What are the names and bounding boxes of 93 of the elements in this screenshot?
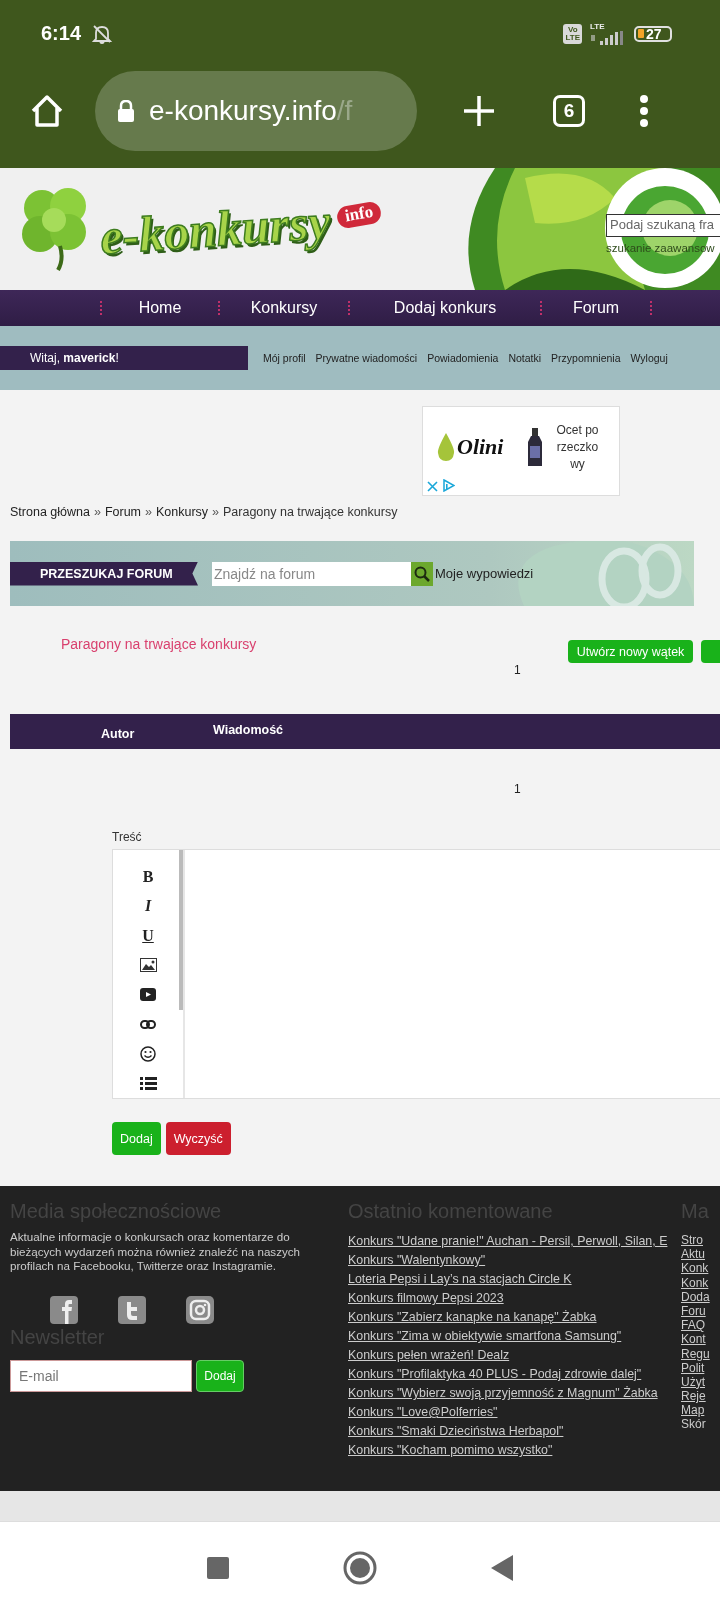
volte-badge: Vo LTE bbox=[563, 23, 582, 44]
ad-brand: Olini bbox=[457, 434, 504, 460]
nav-link[interactable]: Forum bbox=[542, 299, 650, 317]
footer-link[interactable]: Konkurs "Zabierz kanapke na kanapę" Żabka bbox=[348, 1308, 677, 1327]
footer-link[interactable]: Reje bbox=[681, 1389, 720, 1404]
nav-link[interactable]: Home bbox=[102, 299, 218, 317]
footer-link[interactable]: Użyt bbox=[681, 1374, 720, 1390]
footer-link[interactable]: Konkurs "Walentynkowy" bbox=[348, 1251, 677, 1270]
clock: 6:14 bbox=[41, 22, 82, 45]
bold-button[interactable]: B bbox=[135, 862, 161, 892]
column-header: Wiadomość bbox=[213, 723, 284, 739]
network-type: LTE bbox=[590, 22, 605, 31]
nav-link[interactable]: Konkursy bbox=[220, 299, 348, 317]
welcome-message: Witaj, maverick! bbox=[0, 346, 248, 370]
home-icon[interactable] bbox=[29, 92, 65, 129]
footer-link[interactable]: Konkurs pełen wrażeń! Dealz bbox=[348, 1346, 677, 1365]
field-label: Treść bbox=[112, 830, 143, 844]
instagram-icon[interactable] bbox=[186, 1295, 214, 1324]
footer-link[interactable]: Konkurs "Profilaktyka 40 PLUS - Podaj zdrowie dalej" bbox=[348, 1365, 677, 1384]
breadcrumb-link[interactable]: Konkursy bbox=[155, 505, 209, 519]
lock-icon bbox=[117, 99, 135, 122]
list-icon[interactable] bbox=[139, 1076, 157, 1090]
battery-indicator: 27 bbox=[634, 25, 672, 42]
recents-icon[interactable] bbox=[207, 1556, 229, 1579]
my-posts-link[interactable]: Moje wypowiedzi bbox=[435, 566, 534, 581]
smiley-icon[interactable] bbox=[140, 1045, 156, 1062]
italic-button[interactable]: I bbox=[135, 891, 161, 921]
footer-link[interactable]: Foru bbox=[681, 1303, 720, 1319]
address-bar[interactable]: e-konkursy.info/f bbox=[95, 70, 417, 151]
breadcrumb-link[interactable]: Forum bbox=[104, 505, 141, 519]
footer-link[interactable]: Konkurs "Love@Polferries" bbox=[348, 1403, 677, 1422]
facebook-icon[interactable] bbox=[50, 1295, 78, 1324]
footer-link[interactable]: Loteria Pepsi i Lay’s na stacjach Circle K bbox=[348, 1270, 677, 1289]
footer-link[interactable]: Konkurs filmowy Pepsi 2023 bbox=[348, 1289, 677, 1308]
email-field[interactable]: E-mail bbox=[10, 1359, 192, 1392]
search-forum-label: PRZESZUKAJ FORUM bbox=[10, 561, 198, 586]
breadcrumb-separator: » bbox=[212, 505, 219, 519]
breadcrumb-separator: » bbox=[145, 505, 152, 519]
breadcrumb-link[interactable]: Strona główna bbox=[10, 505, 90, 519]
ad-text: Ocet porzeczkowy bbox=[555, 421, 600, 473]
menu-icon[interactable] bbox=[639, 94, 649, 127]
home-button-icon[interactable] bbox=[343, 1550, 377, 1585]
footer-link[interactable]: Stro bbox=[681, 1233, 720, 1248]
user-menu-link[interactable]: Notatki bbox=[508, 352, 542, 364]
footer-link[interactable]: Aktu bbox=[681, 1247, 720, 1262]
footer-text: Skór bbox=[681, 1417, 707, 1432]
forum-search-field[interactable]: Znajdź na forum bbox=[212, 561, 411, 586]
footer-link[interactable]: Konkurs "Smaki Dzieciństwa Herbapol" bbox=[348, 1422, 677, 1441]
user-menu-link[interactable]: Powiadomienia bbox=[427, 352, 499, 364]
breadcrumb-current: Paragony na trwające konkursy bbox=[223, 505, 398, 519]
footer-link[interactable]: Kont bbox=[681, 1332, 720, 1347]
ad-choices-icon[interactable] bbox=[443, 479, 455, 492]
link-icon[interactable] bbox=[140, 1019, 156, 1029]
twitter-icon[interactable] bbox=[118, 1295, 146, 1324]
user-menu-link[interactable]: Prywatne wiadomości bbox=[315, 352, 418, 364]
footer-link[interactable]: Konkurs "Kocham pomimo wszystko" bbox=[348, 1441, 677, 1460]
footer-link[interactable]: FAQ bbox=[681, 1318, 720, 1333]
signal-icon bbox=[590, 31, 626, 45]
logo-badge: info bbox=[335, 200, 383, 230]
image-icon[interactable] bbox=[139, 958, 157, 973]
column-header: Autor bbox=[101, 727, 136, 743]
drop-icon bbox=[437, 433, 455, 461]
footer-link[interactable]: Polit bbox=[681, 1360, 720, 1375]
page-number[interactable]: 1 bbox=[514, 663, 720, 679]
footer-link[interactable]: Konk bbox=[681, 1261, 720, 1276]
footer-text: Aktualne informacje o konkursach oraz komentarze do bieżących wydarzeń można również znaleźć na naszych profilach na Facebooku, Twitterze oraz Instagramie. bbox=[10, 1230, 301, 1274]
footer-link[interactable]: Konkurs "Wybierz swoją przyjemność z Magnum" Żabka bbox=[348, 1384, 677, 1403]
back-icon[interactable] bbox=[491, 1554, 513, 1581]
muted-bell-icon bbox=[91, 22, 114, 45]
nav-link[interactable]: Dodaj konkurs bbox=[350, 299, 540, 317]
bottle-icon bbox=[527, 428, 544, 466]
footer-link[interactable]: Konk bbox=[681, 1275, 720, 1290]
text-editor[interactable]: B I U bbox=[112, 849, 720, 1099]
tab-count-button[interactable]: 6 bbox=[553, 94, 585, 127]
user-menu-link[interactable]: Wyloguj bbox=[630, 352, 668, 364]
footer-link[interactable]: Doda bbox=[681, 1289, 720, 1304]
ad-banner[interactable]: Olini Ocet porzeczkowy bbox=[422, 406, 620, 496]
footer-link[interactable]: Konkurs "Udane pranie!" Auchan - Persil, Perwoll, Silan, E bbox=[348, 1232, 677, 1251]
close-icon[interactable] bbox=[427, 481, 438, 492]
user-menu-link[interactable]: Mój profil bbox=[263, 352, 306, 364]
search-button[interactable] bbox=[411, 561, 433, 586]
new-tab-icon[interactable] bbox=[463, 94, 495, 127]
breadcrumb-separator: » bbox=[93, 505, 101, 519]
video-icon[interactable] bbox=[140, 988, 156, 1002]
user-menu-link[interactable]: Przypomnienia bbox=[551, 352, 621, 364]
underline-button[interactable]: U bbox=[135, 921, 161, 951]
site-search-field[interactable]: Podaj szukaną fra bbox=[606, 214, 720, 237]
thread-title: Paragony na trwające konkursy bbox=[61, 636, 258, 654]
footer-link[interactable]: Regu bbox=[681, 1346, 720, 1361]
footer-link[interactable]: Map bbox=[681, 1403, 720, 1418]
clear-button[interactable]: Wyczyść bbox=[165, 1122, 231, 1155]
footer-link[interactable]: Konkurs "Zima w obiektywie smartfona Samsung" bbox=[348, 1327, 677, 1346]
page-number[interactable]: 1 bbox=[514, 782, 720, 798]
